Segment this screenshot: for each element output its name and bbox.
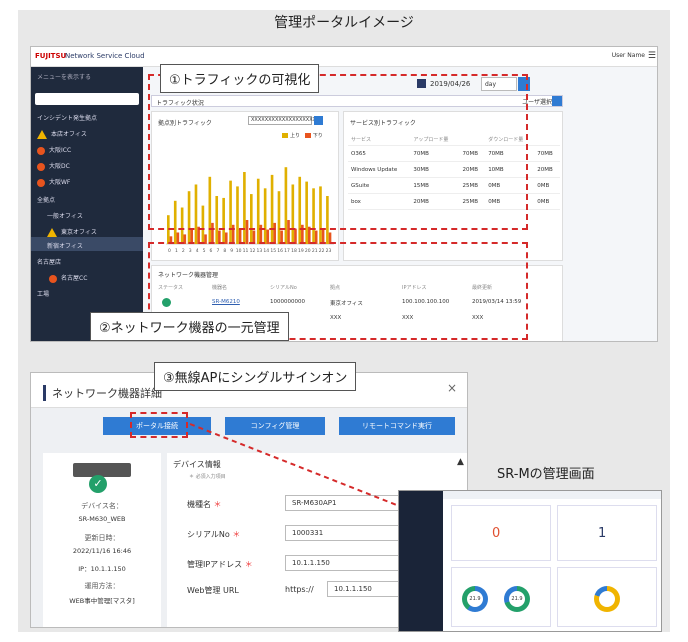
- srm-ring-a: 21.9: [462, 586, 488, 612]
- srm-management-screen: 0 1 21.9 21.9: [398, 490, 662, 632]
- srm-ring-card-a: 21.9 21.9: [451, 567, 551, 627]
- srm-count-a: 0: [492, 526, 501, 541]
- srm-ring-a-value: 21.9: [467, 591, 483, 607]
- srm-ring-c: [594, 586, 620, 612]
- srm-ring-card-b: [557, 567, 657, 627]
- srm-ring-b: 21.9: [504, 586, 530, 612]
- srm-topbar: [443, 491, 661, 499]
- srm-ring-c-value: [599, 591, 615, 607]
- srm-sidebar: [399, 491, 443, 631]
- srm-ring-b-value: 21.9: [509, 591, 525, 607]
- srm-card-b: 1: [557, 505, 657, 561]
- srm-count-b: 1: [598, 526, 607, 541]
- srm-card-a: 0: [451, 505, 551, 561]
- srm-caption: SR-Mの管理画面: [497, 467, 595, 482]
